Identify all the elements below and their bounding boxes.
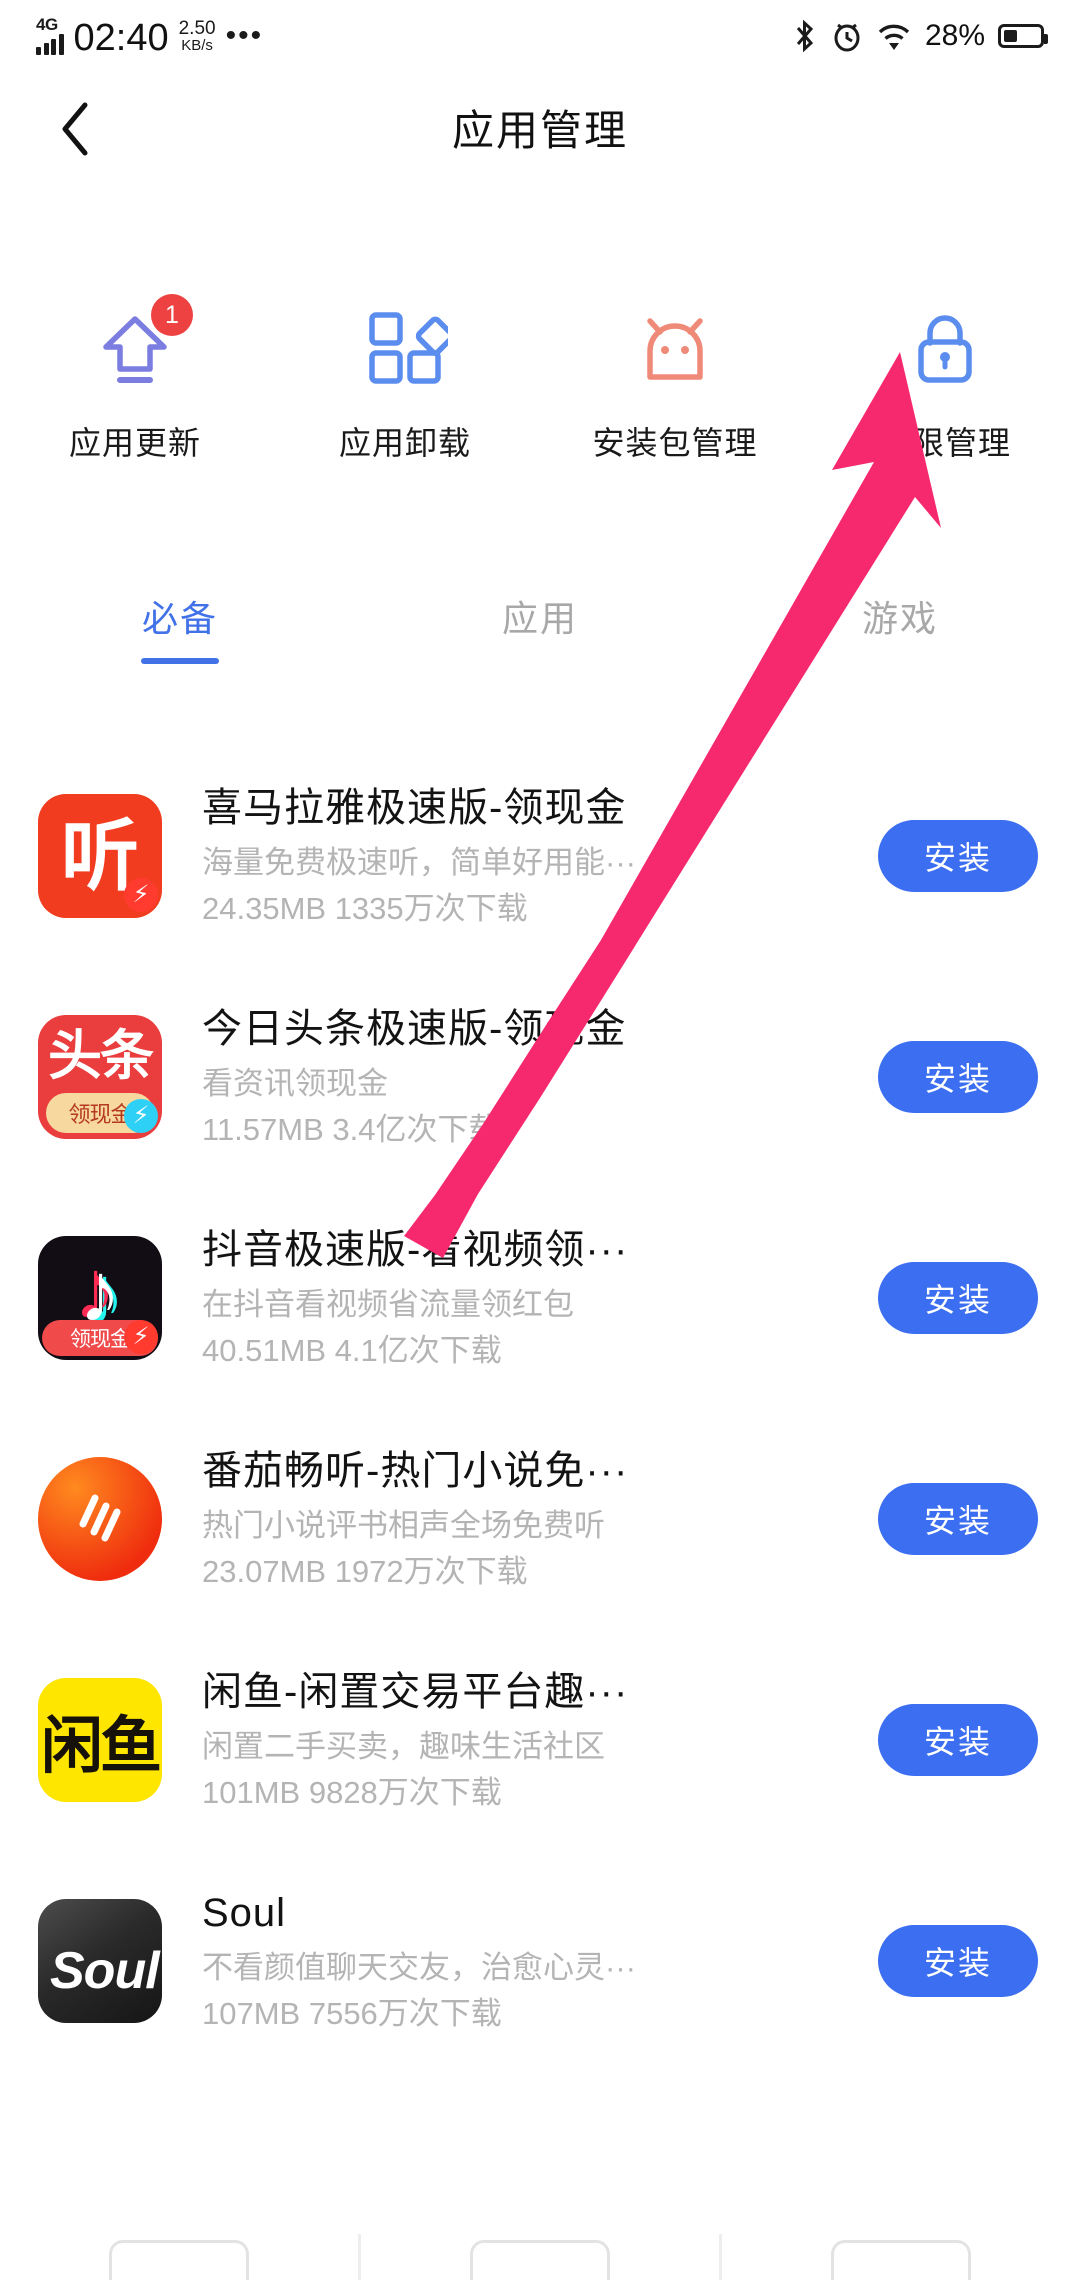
app-meta: 23.07MB 1972万次下载 — [202, 1553, 528, 1589]
network-type-label: 4G — [36, 15, 58, 34]
status-more-dots-icon: ••• — [225, 19, 264, 52]
fanqie-app-icon — [38, 1456, 162, 1581]
bottom-nav-cell — [361, 2234, 719, 2280]
install-button[interactable]: 安装 — [878, 1703, 1038, 1776]
table-row[interactable]: 听 ⚡ 喜马拉雅极速版-领现金 海量免费极速听，简单好用能··· 24.35MB… — [0, 745, 1080, 966]
app-meta: 11.57MB 3.4亿次下载 — [202, 1111, 500, 1147]
tab-label: 必备 — [141, 598, 218, 639]
page-title: 应用管理 — [451, 106, 628, 154]
status-bar-right: 28% — [792, 19, 1048, 53]
battery-percent-label: 28% — [924, 19, 985, 52]
bottom-nav-cell — [722, 2234, 1080, 2280]
lock-icon — [897, 300, 993, 396]
app-meta: 101MB 9828万次下载 — [202, 1774, 502, 1810]
table-row[interactable]: ♪ 领现金 ⚡ 抖音极速版-看视频领··· 在抖音看视频省流量领红包 40.51… — [0, 1187, 1080, 1408]
tab-apps[interactable]: 应用 — [360, 590, 720, 700]
tab-active-underline — [141, 658, 219, 664]
signal-indicator: 4G — [36, 15, 64, 55]
tab-essential[interactable]: 必备 — [0, 590, 360, 700]
update-count-badge: 1 — [151, 294, 193, 336]
app-icon-glyph: Soul — [50, 1941, 160, 2000]
install-button[interactable]: 安装 — [878, 1924, 1038, 1997]
bottom-nav-hint — [0, 2234, 1080, 2280]
table-row[interactable]: 头条 领现金 ⚡ 今日头条极速版-领现金 看资讯领现金 11.57MB 3.4亿… — [0, 966, 1080, 1187]
tab-label: 应用 — [501, 598, 578, 639]
bottom-nav-cell — [0, 2234, 358, 2280]
entry-label: 应用更新 — [68, 425, 201, 461]
lightning-badge-icon: ⚡ — [124, 877, 158, 912]
install-button[interactable]: 安装 — [878, 1261, 1038, 1334]
entry-app-update[interactable]: 1 应用更新 — [0, 294, 270, 510]
entry-app-uninstall[interactable]: 应用卸载 — [270, 300, 540, 510]
status-bar-left: 4G 02:40 2.50 KB/s ••• — [36, 15, 264, 59]
app-grid-icon — [357, 300, 453, 396]
soul-app-icon: Soul — [38, 1898, 162, 2023]
app-header: 应用管理 — [0, 72, 1080, 182]
wifi-icon — [878, 24, 910, 50]
ximalaya-app-icon: 听 ⚡ — [38, 793, 162, 918]
install-button[interactable]: 安装 — [878, 819, 1038, 892]
lightning-badge-icon: ⚡ — [124, 1319, 158, 1354]
entry-permission-manage[interactable]: 权限管理 — [810, 300, 1080, 510]
table-row[interactable]: 番茄畅听-热门小说免··· 热门小说评书相声全场免费听 23.07MB 1972… — [0, 1408, 1080, 1629]
xianyu-app-icon: 闲鱼 — [38, 1677, 162, 1802]
douyin-app-icon: ♪ 领现金 ⚡ — [38, 1235, 162, 1360]
sound-wave-icon — [79, 1494, 121, 1541]
network-speed-unit: KB/s — [181, 37, 213, 54]
category-tabs: 必备 应用 游戏 — [0, 590, 1080, 700]
android-robot-icon — [627, 300, 723, 396]
app-meta: 24.35MB 1335万次下载 — [202, 890, 528, 926]
tab-games[interactable]: 游戏 — [720, 590, 1080, 700]
table-row[interactable]: 闲鱼 闲鱼-闲置交易平台趣··· 闲置二手买卖，趣味生活社区 101MB 982… — [0, 1629, 1080, 1850]
tab-active-underline — [501, 658, 579, 664]
app-list: 听 ⚡ 喜马拉雅极速版-领现金 海量免费极速听，简单好用能··· 24.35MB… — [0, 745, 1080, 2071]
bluetooth-icon — [796, 19, 814, 53]
entry-label: 应用卸载 — [338, 425, 471, 461]
network-speed-value: 2.50 — [178, 18, 216, 39]
signal-bars-icon — [36, 33, 64, 55]
network-speed-indicator: 2.50 KB/s — [179, 19, 216, 53]
status-bar: 4G 02:40 2.50 KB/s ••• 28% — [0, 0, 1080, 72]
upload-arrow-icon: 1 — [87, 294, 193, 396]
phone-screen: 4G 02:40 2.50 KB/s ••• 28% 应用管理 1 应用更新 应… — [0, 0, 1080, 2280]
app-meta: 40.51MB 4.1亿次下载 — [202, 1332, 502, 1368]
quick-entry-row: 1 应用更新 应用卸载 安装包管理 权限管理 — [0, 294, 1080, 510]
entry-label: 安装包管理 — [592, 425, 758, 461]
app-icon-glyph: 头条 — [48, 1025, 154, 1086]
toutiao-app-icon: 头条 领现金 ⚡ — [38, 1014, 162, 1139]
battery-icon — [998, 24, 1048, 48]
table-row[interactable]: Soul Soul 不看颜值聊天交友，治愈心灵··· 107MB 7556万次下… — [0, 1850, 1080, 2071]
install-button[interactable]: 安装 — [878, 1482, 1038, 1555]
entry-package-manage[interactable]: 安装包管理 — [540, 300, 810, 510]
status-bar-clock: 02:40 — [73, 17, 169, 59]
app-meta: 107MB 7556万次下载 — [202, 1995, 502, 2031]
install-button[interactable]: 安装 — [878, 1040, 1038, 1113]
tab-label: 游戏 — [861, 598, 938, 639]
lightning-badge-icon: ⚡ — [124, 1098, 158, 1133]
app-icon-glyph: 闲鱼 — [40, 1711, 162, 1781]
alarm-clock-icon — [834, 23, 860, 52]
tab-active-underline — [861, 658, 939, 664]
entry-label: 权限管理 — [878, 425, 1011, 461]
